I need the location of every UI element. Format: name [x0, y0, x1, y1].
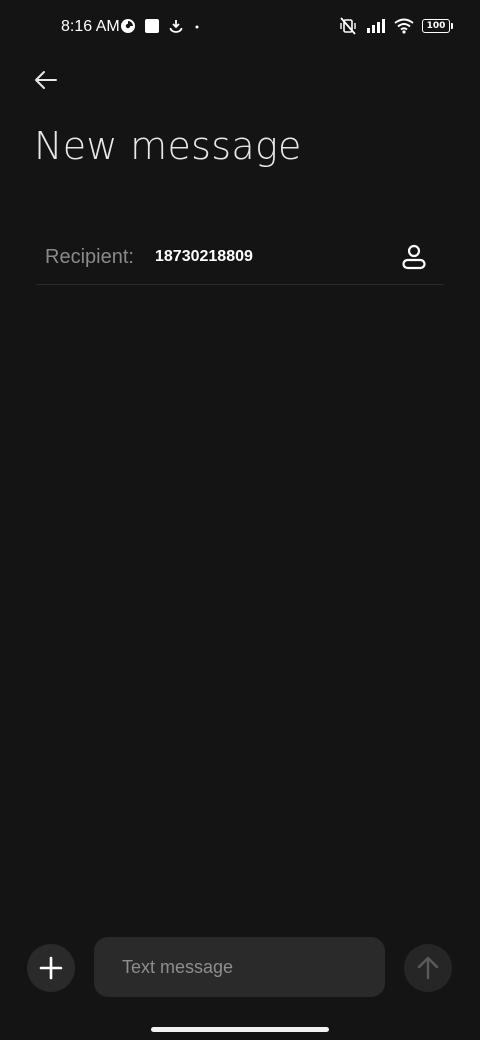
- signal-icon: [366, 18, 386, 34]
- message-input-container[interactable]: [94, 937, 385, 997]
- home-indicator[interactable]: [151, 1027, 329, 1032]
- person-icon: [402, 244, 426, 270]
- plus-icon: [39, 956, 63, 980]
- arrow-up-icon: [417, 956, 439, 980]
- contact-picker-button[interactable]: [398, 240, 430, 272]
- send-button[interactable]: [404, 944, 452, 992]
- status-time: 8:16 AM: [61, 18, 120, 35]
- wifi-icon: [394, 18, 414, 34]
- arrow-left-icon: [35, 71, 57, 89]
- status-bar: 8:16 AM 100: [0, 0, 480, 56]
- download-icon: [168, 18, 184, 34]
- square-app-icon: [144, 18, 160, 34]
- add-attachment-button[interactable]: [27, 944, 75, 992]
- recipient-field[interactable]: 18730218809: [155, 248, 253, 266]
- vibrate-off-icon: [338, 16, 358, 36]
- dot-icon: [192, 18, 202, 34]
- message-input[interactable]: [94, 937, 385, 997]
- data-saver-icon: [120, 18, 136, 34]
- recipient-row[interactable]: Recipient: 18730218809: [36, 232, 444, 285]
- status-right-icons: 100: [338, 16, 453, 36]
- recipient-label: Recipient:: [45, 246, 134, 268]
- back-button[interactable]: [28, 62, 64, 98]
- page-title: New message: [34, 124, 302, 168]
- status-left-icons: [120, 18, 202, 34]
- battery-icon: 100: [422, 19, 453, 33]
